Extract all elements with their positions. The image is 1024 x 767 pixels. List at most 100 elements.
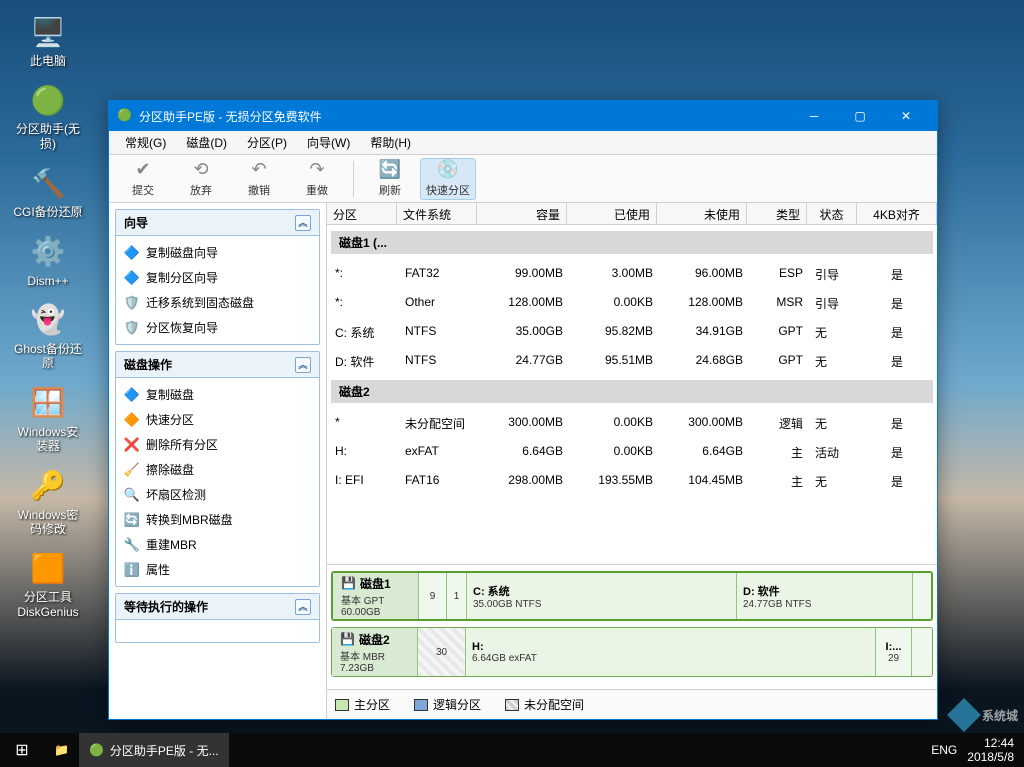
undo-button[interactable]: ↶撤销	[231, 158, 287, 200]
col-type[interactable]: 类型	[747, 203, 807, 224]
legend-primary: 主分区	[335, 696, 390, 713]
col-partition[interactable]: 分区	[327, 203, 397, 224]
table-row[interactable]: H:exFAT6.64GB0.00KB6.64GB主活动是	[329, 438, 935, 467]
table-row[interactable]: D: 软件NTFS24.77GB95.51MB24.68GBGPT无是	[329, 347, 935, 376]
partition-block[interactable]: I:...29	[876, 628, 912, 676]
menu-partition[interactable]: 分区(P)	[237, 132, 297, 153]
toolbar-separator	[353, 161, 354, 197]
menu-disk[interactable]: 磁盘(D)	[176, 132, 237, 153]
panel-item[interactable]: 🛡️分区恢复向导	[118, 315, 317, 340]
col-status[interactable]: 状态	[807, 203, 857, 224]
undo-icon: ↶	[251, 159, 266, 180]
disk-icon: 💾	[340, 632, 355, 646]
table-row[interactable]: C: 系统NTFS35.00GB95.82MB34.91GBGPT无是	[329, 318, 935, 347]
panel-item-label: 分区恢复向导	[146, 319, 218, 336]
disk-ops-panel-header[interactable]: 磁盘操作︽	[116, 352, 319, 378]
sidebar: 向导︽ 🔷复制磁盘向导🔷复制分区向导 🛡️ 迁移系统到固态磁盘 🛡️分区恢复向导 磁盘…	[109, 203, 327, 719]
desktop-icon-diskgenius[interactable]: 🟧分区工具 DiskGenius	[10, 546, 86, 621]
panel-item-icon: 🔍	[124, 487, 140, 503]
disk-group-label[interactable]: 磁盘2	[331, 380, 933, 403]
panel-item[interactable]: 🔶快速分区	[118, 407, 317, 432]
disk-icon: 💾	[341, 576, 356, 590]
panel-item-label: 擦除磁盘	[146, 461, 194, 478]
panel-item[interactable]: ℹ️属性	[118, 557, 317, 582]
panel-item[interactable]: 🔷复制磁盘	[118, 382, 317, 407]
desktop-icon-winpwd[interactable]: 🔑Windows密码修改	[10, 464, 86, 539]
app-icon: 🟢	[89, 743, 104, 757]
desktop-icon-ghost[interactable]: 👻Ghost备份还原	[10, 298, 86, 373]
pending-panel-header[interactable]: 等待执行的操作︽	[116, 594, 319, 620]
panel-item[interactable]: 🧹 擦除磁盘	[118, 457, 317, 482]
clock[interactable]: 12:44 2018/5/8	[967, 736, 1014, 765]
panel-item[interactable]: ❌删除所有分区	[118, 432, 317, 457]
maximize-button[interactable]: ▢	[837, 101, 883, 131]
table-row[interactable]: *未分配空间300.00MB0.00KB300.00MB逻辑无是	[329, 409, 935, 438]
disk-map[interactable]: 💾磁盘1基本 GPT60.00GB91C: 系统35.00GB NTFSD: 软…	[331, 571, 933, 621]
panel-item[interactable]: 🔷复制磁盘向导	[118, 240, 317, 265]
toolbar: ✔提交 ⟲放弃 ↶撤销 ↷重做 🔄刷新 💿快速分区	[109, 155, 937, 203]
partition-block[interactable]: 1	[447, 573, 467, 619]
lang-indicator[interactable]: ENG	[931, 743, 957, 757]
table-row[interactable]: *:Other128.00MB0.00KB128.00MBMSR引导是	[329, 289, 935, 318]
partition-block[interactable]: 9	[419, 573, 447, 619]
panel-item-label: 复制磁盘向导	[146, 244, 218, 261]
pending-panel: 等待执行的操作︽	[115, 593, 320, 643]
partition-block[interactable]: H:6.64GB exFAT	[466, 628, 876, 676]
panel-item[interactable]: 🔷复制分区向导	[118, 265, 317, 290]
table-row[interactable]: I: EFIFAT16298.00MB193.55MB104.45MB主无是	[329, 467, 935, 496]
menu-help[interactable]: 帮助(H)	[360, 132, 421, 153]
window-title: 分区助手PE版 - 无损分区免费软件	[139, 108, 791, 125]
panel-item-icon: 🧹	[124, 462, 140, 478]
col-used[interactable]: 已使用	[567, 203, 657, 224]
desktop-icon-dism[interactable]: ⚙️Dism++	[10, 230, 86, 290]
wizard-panel-header[interactable]: 向导︽	[116, 210, 319, 236]
ghost-icon: 👻	[28, 300, 68, 340]
panel-item[interactable]: 🔍坏扇区检测	[118, 482, 317, 507]
collapse-icon[interactable]: ︽	[295, 215, 311, 231]
desktop-icon-cgi[interactable]: 🔨CGI备份还原	[10, 161, 86, 221]
panel-item-label: 迁移系统到固态磁盘	[146, 294, 254, 311]
col-capacity[interactable]: 容量	[477, 203, 567, 224]
panel-item[interactable]: 🔧重建MBR	[118, 532, 317, 557]
discard-button[interactable]: ⟲放弃	[173, 158, 229, 200]
partition-block[interactable]: D: 软件24.77GB NTFS	[737, 573, 913, 619]
disk-info: 💾磁盘2基本 MBR7.23GB	[332, 628, 418, 676]
commit-button[interactable]: ✔提交	[115, 158, 171, 200]
close-button[interactable]: ✕	[883, 101, 929, 131]
partition-block[interactable]: 30	[418, 628, 466, 676]
pa-icon: 🟢	[28, 80, 68, 120]
titlebar[interactable]: 🟢 分区助手PE版 - 无损分区免费软件 ─ ▢ ✕	[109, 101, 937, 131]
desktop-icon-label: CGI备份还原	[13, 205, 82, 219]
panel-item[interactable]: 🛡️ 迁移系统到固态磁盘	[118, 290, 317, 315]
desktop-icon-pc[interactable]: 🖥️此电脑	[10, 10, 86, 70]
active-app-task[interactable]: 🟢分区助手PE版 - 无...	[79, 733, 229, 767]
panel-item-icon: 🛡️	[124, 295, 140, 311]
partition-block[interactable]: C: 系统35.00GB NTFS	[467, 573, 737, 619]
minimize-button[interactable]: ─	[791, 101, 837, 131]
menu-general[interactable]: 常规(G)	[115, 132, 176, 153]
pc-icon: 🖥️	[28, 12, 68, 52]
menu-wizard[interactable]: 向导(W)	[297, 132, 360, 153]
disk-map[interactable]: 💾磁盘2基本 MBR7.23GB30H:6.64GB exFATI:...29	[331, 627, 933, 677]
desktop-icon-wininst[interactable]: 🪟Windows安装器	[10, 381, 86, 456]
grid-body[interactable]: 磁盘1 (... *:FAT3299.00MB3.00MB96.00MBESP引…	[327, 225, 937, 564]
collapse-icon[interactable]: ︽	[295, 357, 311, 373]
disk-group-label[interactable]: 磁盘1 (...	[331, 231, 933, 254]
col-filesystem[interactable]: 文件系统	[397, 203, 477, 224]
start-button[interactable]: ⊞	[0, 733, 44, 767]
refresh-button[interactable]: 🔄刷新	[362, 158, 418, 200]
col-4k[interactable]: 4KB对齐	[857, 203, 937, 224]
legend-logical: 逻辑分区	[414, 696, 481, 713]
desktop-icon-pa[interactable]: 🟢分区助手(无损)	[10, 78, 86, 153]
panel-item-label: 属性	[146, 561, 170, 578]
panel-item-icon: 🔄	[124, 512, 140, 528]
redo-button[interactable]: ↷重做	[289, 158, 345, 200]
panel-item[interactable]: 🔄转换到MBR磁盘	[118, 507, 317, 532]
table-row[interactable]: *:FAT3299.00MB3.00MB96.00MBESP引导是	[329, 260, 935, 289]
redo-icon: ↷	[309, 159, 324, 180]
quick-partition-button[interactable]: 💿快速分区	[420, 158, 476, 200]
file-explorer-task[interactable]: 📁	[44, 733, 79, 767]
system-tray: ENG 12:44 2018/5/8	[921, 736, 1024, 765]
collapse-icon[interactable]: ︽	[295, 599, 311, 615]
col-free[interactable]: 未使用	[657, 203, 747, 224]
